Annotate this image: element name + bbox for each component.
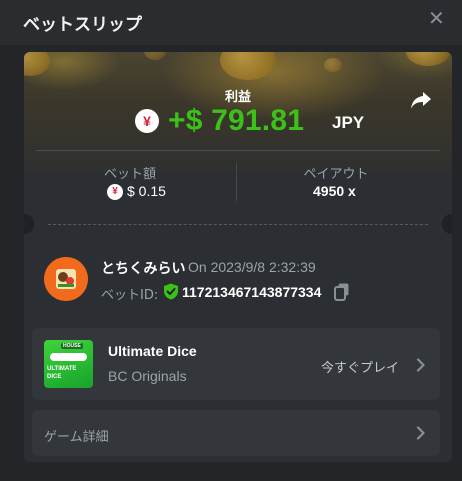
divider (36, 150, 440, 151)
share-icon[interactable] (410, 90, 432, 110)
game-row[interactable]: HOUSE ULTIMATE DICE Ultimate Dice BC Ori… (32, 328, 440, 400)
ticket-notch-left (24, 214, 34, 234)
game-details-row[interactable]: ゲーム詳細 (32, 410, 440, 456)
thumb-title: ULTIMATE (47, 366, 77, 372)
avatar[interactable] (44, 257, 88, 301)
thumb-badge: HOUSE (61, 343, 83, 349)
copy-icon[interactable] (334, 283, 350, 301)
bet-time: On 2023/9/8 2:32:39 (188, 259, 316, 275)
coin-decoration (220, 52, 276, 80)
game-provider: BC Originals (108, 368, 187, 384)
yen-icon: ¥ (107, 184, 123, 200)
modal-title: ベットスリップ (23, 15, 142, 35)
game-title: Ultimate Dice (108, 343, 197, 359)
yen-icon: ¥ (135, 109, 159, 133)
bet-id-label: ベットID: (101, 288, 159, 303)
dice-track (50, 353, 87, 361)
bet-amount-value: $ 0.15 (127, 183, 166, 199)
user-name[interactable]: とちくみらい (101, 258, 186, 278)
stats-separator (236, 163, 237, 201)
coin-decoration (24, 52, 50, 76)
game-details-label: ゲーム詳細 (44, 430, 109, 445)
profit-currency: JPY (332, 113, 365, 132)
ticket-notch-right (442, 214, 452, 234)
dashed-separator (48, 224, 428, 225)
play-now-link[interactable]: 今すぐプレイ (321, 357, 399, 376)
close-icon[interactable]: ✕ (428, 9, 445, 29)
game-thumbnail: HOUSE ULTIMATE DICE (44, 340, 93, 388)
thumb-subtitle: DICE (47, 374, 62, 380)
shield-check-icon (164, 283, 178, 300)
bet-amount-label: ベット額 (103, 167, 156, 182)
payout-value: 4950 x (313, 183, 356, 199)
coin-decoration (324, 58, 342, 72)
payout-label: ペイアウト (303, 167, 369, 182)
coin-decoration (144, 52, 166, 60)
bet-id-value: 117213467143877334 (182, 284, 322, 300)
chevron-right-icon[interactable] (416, 358, 425, 372)
avatar-image (44, 257, 88, 301)
bet-slip-card: 利益 ¥ +$ 791.81 JPY ベット額 ¥ $ 0.15 ペイアウト 4… (24, 52, 452, 462)
profit-amount: +$ 791.81 (168, 104, 305, 137)
chevron-right-icon[interactable] (416, 426, 425, 440)
profit-label: 利益 (224, 90, 251, 105)
coin-decoration (406, 52, 450, 66)
header-bar: ベットスリップ ✕ (0, 0, 462, 45)
